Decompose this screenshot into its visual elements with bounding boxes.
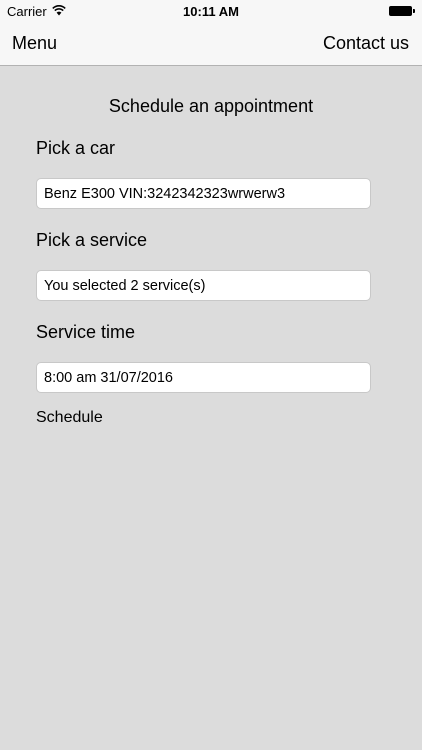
pick-car-label: Pick a car: [36, 138, 116, 158]
service-time-label: Service time: [36, 322, 136, 342]
car-field[interactable]: [36, 178, 371, 209]
status-bar: Carrier 10:11 AM: [0, 0, 422, 22]
service-field[interactable]: [36, 270, 371, 301]
page-title: Schedule an appointment: [108, 96, 314, 116]
service-time-field[interactable]: [36, 362, 371, 393]
status-time: 10:11 AM: [183, 4, 239, 19]
battery-icon: [389, 6, 415, 16]
navigation-bar: Menu Contact us: [0, 22, 422, 66]
pick-service-label: Pick a service: [36, 230, 148, 250]
schedule-button[interactable]: Schedule: [36, 409, 103, 427]
menu-button[interactable]: Menu: [12, 33, 57, 54]
contact-us-button[interactable]: Contact us: [323, 33, 409, 54]
